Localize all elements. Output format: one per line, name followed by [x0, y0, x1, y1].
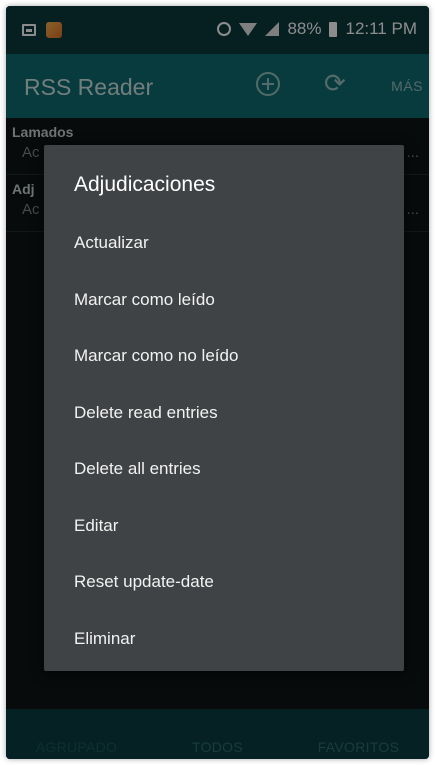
dialog-title: Adjudicaciones	[74, 173, 216, 196]
menu-item-editar[interactable]: Editar	[74, 506, 374, 546]
menu-item-marcar-no-leido[interactable]: Marcar como no leído	[74, 336, 374, 376]
context-menu-dialog: Adjudicaciones Actualizar Marcar como le…	[44, 145, 404, 671]
menu-item-eliminar[interactable]: Eliminar	[74, 619, 374, 659]
menu-item-reset-update-date[interactable]: Reset update-date	[74, 562, 374, 602]
phone-screen: 88% 12:11 PM RSS Reader ⟳ MÁS Lamados Ac…	[6, 6, 429, 759]
menu-item-delete-all[interactable]: Delete all entries	[74, 449, 374, 489]
menu-item-actualizar[interactable]: Actualizar	[74, 223, 374, 263]
menu-item-marcar-leido[interactable]: Marcar como leído	[74, 280, 374, 320]
menu-item-delete-read[interactable]: Delete read entries	[74, 393, 374, 433]
